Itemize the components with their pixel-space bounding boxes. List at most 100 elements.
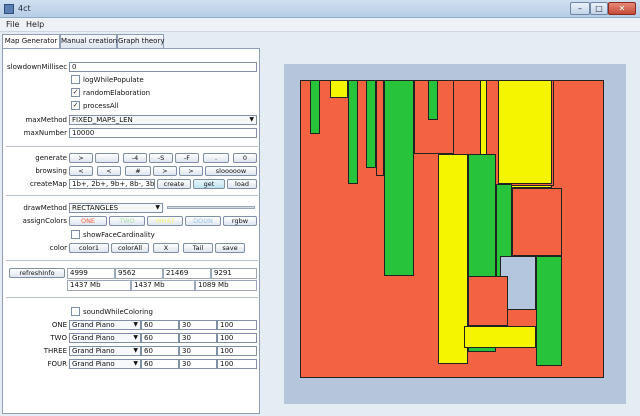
sound-instrument-select[interactable]: Grand Piano ▼ bbox=[69, 320, 141, 330]
assign-what-button[interactable]: WHAT bbox=[147, 216, 183, 226]
browse-prev-button[interactable]: < bbox=[97, 166, 121, 176]
color-x-button[interactable]: X bbox=[153, 243, 179, 253]
browse-first-button[interactable]: < bbox=[69, 166, 93, 176]
color1-button[interactable]: color1 bbox=[69, 243, 109, 253]
sound-b-input[interactable]: 30 bbox=[179, 320, 217, 330]
instrument-value: Grand Piano bbox=[72, 360, 115, 368]
assign-two-button[interactable]: TWO bbox=[109, 216, 145, 226]
generate-label: generate bbox=[35, 154, 67, 162]
sound-a-input[interactable]: 60 bbox=[141, 333, 179, 343]
sound-a-input[interactable]: 60 bbox=[141, 359, 179, 369]
random-checkbox[interactable]: ✓ bbox=[71, 88, 80, 97]
sound-checkbox[interactable] bbox=[71, 307, 80, 316]
generate-dot-button[interactable]: . bbox=[203, 153, 229, 163]
sound-row-label: THREE bbox=[43, 347, 67, 355]
chevron-down-icon: ▼ bbox=[155, 204, 160, 211]
map-region bbox=[366, 80, 376, 168]
maximize-button[interactable]: □ bbox=[590, 2, 608, 15]
generate-s-button[interactable]: -S bbox=[149, 153, 173, 163]
window-title: 4ct bbox=[18, 4, 31, 13]
title-bar: 4ct – □ ✕ bbox=[0, 0, 640, 18]
max-number-input[interactable]: 10000 bbox=[69, 128, 257, 138]
map-canvas[interactable] bbox=[300, 80, 604, 378]
draw-method-value: RECTANGLES bbox=[72, 204, 119, 212]
instrument-value: Grand Piano bbox=[72, 334, 115, 342]
show-face-checkbox[interactable] bbox=[71, 230, 80, 239]
generate-blank-button[interactable] bbox=[95, 153, 119, 163]
sound-row-label: TWO bbox=[50, 334, 67, 342]
info-cell: 9291 bbox=[211, 268, 257, 279]
chevron-down-icon: ▼ bbox=[133, 347, 138, 354]
sound-b-input[interactable]: 30 bbox=[179, 333, 217, 343]
separator bbox=[6, 297, 258, 298]
draw-method-label: drawMethod bbox=[23, 204, 67, 212]
map-region bbox=[498, 80, 552, 184]
minimize-button[interactable]: – bbox=[570, 2, 590, 15]
log-checkbox[interactable] bbox=[71, 75, 80, 84]
sound-c-input[interactable]: 100 bbox=[217, 320, 257, 330]
sound-label: soundWhileColoring bbox=[83, 308, 153, 316]
map-region bbox=[464, 326, 536, 348]
info-cell: 21469 bbox=[163, 268, 211, 279]
browse-index-button[interactable]: # bbox=[125, 166, 151, 176]
map-region bbox=[384, 80, 414, 276]
control-panel: slowdownMillisec 0 logWhilePopulate ✓ ra… bbox=[2, 48, 260, 414]
sound-instrument-select[interactable]: Grand Piano ▼ bbox=[69, 333, 141, 343]
max-method-select[interactable]: FIXED_MAPS_LEN ▼ bbox=[69, 115, 257, 125]
generate-zero-button[interactable]: 0 bbox=[233, 153, 257, 163]
draw-method-select[interactable]: RECTANGLES ▼ bbox=[69, 203, 163, 213]
tab-graph-theory[interactable]: Graph theory bbox=[117, 34, 165, 48]
tab-map-generator[interactable]: Map Generator bbox=[2, 34, 60, 49]
map-region bbox=[330, 80, 348, 98]
show-face-label: showFaceCardinality bbox=[83, 231, 155, 239]
generate-next-button[interactable]: > bbox=[69, 153, 93, 163]
process-checkbox[interactable]: ✓ bbox=[71, 101, 80, 110]
assign-one-button[interactable]: ONE bbox=[69, 216, 107, 226]
map-region bbox=[376, 80, 384, 176]
info-cell: 1089 Mb bbox=[195, 280, 257, 291]
color-all-button[interactable]: colorAll bbox=[111, 243, 149, 253]
browse-slow-button[interactable]: slooooow bbox=[205, 166, 257, 176]
assign-rgbw-button[interactable]: rgbw bbox=[223, 216, 257, 226]
generate-f-button[interactable]: -F bbox=[175, 153, 199, 163]
menu-help[interactable]: Help bbox=[26, 20, 44, 29]
menu-file[interactable]: File bbox=[6, 20, 19, 29]
color-label: color bbox=[49, 244, 67, 252]
browse-last-button[interactable]: > bbox=[179, 166, 203, 176]
info-cell: 9562 bbox=[115, 268, 163, 279]
chevron-down-icon: ▼ bbox=[133, 360, 138, 367]
generate-4-button[interactable]: -4 bbox=[123, 153, 147, 163]
assign-colors-label: assignColors bbox=[22, 217, 67, 225]
sound-a-input[interactable]: 60 bbox=[141, 346, 179, 356]
create-map-formula-input[interactable]: 1b+, 2b+, 9b+, 8b-, 3b-, [ bbox=[69, 179, 155, 189]
create-button[interactable]: create bbox=[157, 179, 191, 189]
app-icon bbox=[4, 4, 14, 14]
info-cell: 1437 Mb bbox=[131, 280, 195, 291]
sound-b-input[interactable]: 30 bbox=[179, 346, 217, 356]
sound-instrument-select[interactable]: Grand Piano ▼ bbox=[69, 346, 141, 356]
draw-slider[interactable] bbox=[167, 206, 255, 209]
load-button[interactable]: load bbox=[227, 179, 257, 189]
sound-c-input[interactable]: 100 bbox=[217, 346, 257, 356]
sound-b-input[interactable]: 30 bbox=[179, 359, 217, 369]
get-button[interactable]: get bbox=[193, 179, 225, 189]
sound-c-input[interactable]: 100 bbox=[217, 333, 257, 343]
browse-next-button[interactable]: > bbox=[153, 166, 177, 176]
random-label: randomElaboration bbox=[83, 89, 151, 97]
refresh-info-button[interactable]: refreshInfo bbox=[9, 268, 65, 278]
instrument-value: Grand Piano bbox=[72, 347, 115, 355]
assign-doun-button[interactable]: DOUN bbox=[185, 216, 221, 226]
color-save-button[interactable]: save bbox=[215, 243, 245, 253]
color-tail-button[interactable]: Tail bbox=[183, 243, 213, 253]
separator bbox=[6, 195, 258, 196]
sound-a-input[interactable]: 60 bbox=[141, 320, 179, 330]
map-region bbox=[468, 276, 508, 326]
map-region bbox=[348, 80, 358, 184]
close-button[interactable]: ✕ bbox=[608, 2, 636, 15]
sound-instrument-select[interactable]: Grand Piano ▼ bbox=[69, 359, 141, 369]
sound-row-label: ONE bbox=[51, 321, 67, 329]
tab-manual-creation[interactable]: Manual creation bbox=[60, 34, 117, 48]
sound-c-input[interactable]: 100 bbox=[217, 359, 257, 369]
separator bbox=[6, 146, 258, 147]
slowdown-input[interactable]: 0 bbox=[69, 62, 257, 72]
